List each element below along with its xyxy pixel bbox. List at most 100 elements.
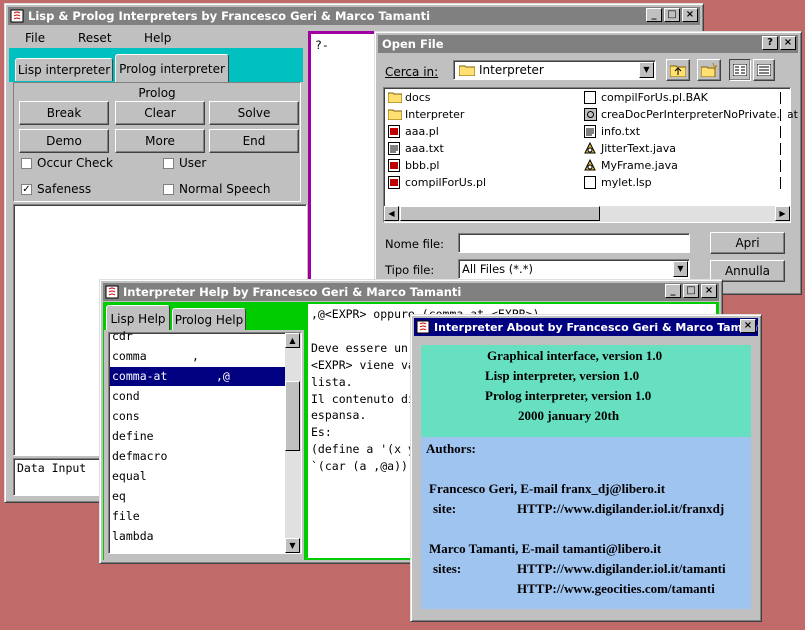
file-list-item[interactable]: compilForUs.pl.BAK [584, 91, 708, 104]
file-list-item[interactable]: compilForUs.pl [388, 176, 486, 189]
close-icon[interactable]: × [682, 8, 698, 22]
checkbox-box[interactable] [163, 184, 174, 195]
main-title: Lisp & Prolog Interpreters by Francesco … [28, 9, 431, 23]
file-list-item[interactable]: Interpreter [387, 108, 464, 121]
file-list-item-partial [780, 92, 788, 104]
help-list-item[interactable]: define [110, 427, 285, 446]
help-list-item[interactable]: equal [110, 467, 285, 486]
minimize-icon[interactable]: _ [665, 284, 681, 298]
file-list-item[interactable]: docs [387, 91, 431, 104]
user-checkbox[interactable]: User [163, 156, 206, 170]
filename-input[interactable] [458, 233, 690, 253]
file-icon [584, 91, 597, 104]
help-titlebar[interactable]: Interpreter Help by Francesco Geri & Mar… [103, 283, 719, 301]
scroll-up-icon[interactable]: ▲ [285, 333, 300, 348]
filetype-value: All Files (*.*) [462, 262, 533, 276]
help-list-item[interactable]: cdr [110, 327, 285, 346]
help-item-name: file [112, 509, 140, 523]
help-topic-list[interactable]: cdr comma, comma-at ,@ cond cons define defmacr… [108, 329, 302, 554]
new-folder-button[interactable] [697, 59, 721, 81]
file-list-item[interactable]: aaa.txt [388, 142, 444, 155]
about-authors-panel: Authors: Francesco Geri, E-mail franx_dj… [421, 437, 751, 609]
tab-lisp-interpreter[interactable]: Lisp interpreter [15, 58, 113, 81]
data-input-label: Data Input [17, 461, 87, 475]
file-list-item[interactable]: bbb.pl [388, 159, 439, 172]
menu-help[interactable]: Help [144, 31, 171, 45]
solve-button[interactable]: Solve [209, 101, 299, 125]
scroll-left-icon[interactable]: ◀ [384, 206, 399, 221]
author1: Francesco Geri, E-mail franx_dj@libero.i… [429, 481, 666, 496]
maximize-icon[interactable]: □ [664, 8, 680, 22]
text-file-icon [388, 142, 401, 155]
help-item-name: equal [112, 469, 147, 483]
about-titlebar[interactable]: Interpreter About by Francesco Geri & Ma… [414, 318, 758, 336]
chevron-down-icon[interactable]: ▼ [673, 261, 688, 277]
version-gui: Graphical interface, version 1.0 [487, 348, 663, 363]
help-list-item[interactable]: comma-at ,@ [110, 367, 285, 386]
end-button[interactable]: End [209, 129, 299, 153]
open-file-titlebar[interactable]: Open File ? × [378, 35, 798, 53]
help-list-item[interactable]: cond [110, 387, 285, 406]
close-icon[interactable]: × [740, 319, 756, 333]
file-list[interactable]: docs Interpreter aaa.pl aaa.txt bbb.pl compil… [383, 87, 798, 223]
list-view-button[interactable] [729, 59, 751, 81]
checkmark-icon[interactable]: ✓ [21, 184, 32, 195]
scroll-down-icon[interactable]: ▼ [285, 538, 300, 553]
scroll-thumb[interactable] [400, 206, 600, 221]
file-list-item[interactable]: info.txt [584, 125, 640, 138]
folder-icon [459, 65, 475, 76]
author2-site1[interactable]: HTTP://www.digilander.iol.it/tamanti [517, 561, 726, 577]
horizontal-scrollbar[interactable]: ◀ ▶ [384, 206, 790, 222]
file-name: compilForUs.pl [405, 176, 487, 189]
file-list-item[interactable]: aaa.pl [388, 125, 439, 138]
file-list-item[interactable]: creaDocPerInterpreterNoPrivate.bat [584, 108, 798, 121]
safeness-checkbox[interactable]: ✓ Safeness [21, 182, 91, 196]
file-list-item[interactable]: JitterText.java [584, 141, 676, 155]
more-button[interactable]: More [115, 129, 205, 153]
scroll-right-icon[interactable]: ▶ [775, 206, 790, 221]
author1-site[interactable]: HTTP://www.digilander.iol.it/franxdj [517, 501, 724, 517]
main-titlebar[interactable]: Lisp & Prolog Interpreters by Francesco … [8, 7, 700, 25]
look-in-value: Interpreter [479, 63, 544, 77]
help-list-item[interactable]: defmacro [110, 447, 285, 466]
folder-icon [387, 108, 403, 121]
up-folder-button[interactable] [666, 59, 690, 81]
close-icon[interactable]: × [701, 284, 717, 298]
file-list-item[interactable]: mylet.lsp [584, 176, 652, 189]
minimize-icon[interactable]: _ [646, 8, 662, 22]
release-date: 2000 january 20th [518, 408, 620, 423]
folder-icon [387, 91, 403, 104]
checkbox-box[interactable] [163, 158, 174, 169]
file-list-item[interactable]: MyFrame.java [584, 158, 678, 172]
close-icon[interactable]: × [780, 36, 796, 50]
authors-label: Authors: [426, 441, 476, 456]
normal-speech-checkbox[interactable]: Normal Speech [163, 182, 270, 196]
menu-reset[interactable]: Reset [78, 31, 112, 45]
help-list-item[interactable]: lambda [110, 527, 285, 546]
scroll-thumb[interactable] [285, 381, 300, 451]
help-icon[interactable]: ? [762, 36, 778, 50]
occur-check-checkbox[interactable]: Occur Check [21, 156, 113, 170]
details-view-button[interactable] [753, 59, 775, 81]
demo-button[interactable]: Demo [19, 129, 109, 153]
file-name: mylet.lsp [601, 176, 652, 189]
open-button[interactable]: Apri [710, 232, 785, 254]
maximize-icon[interactable]: □ [683, 284, 699, 298]
help-list-item[interactable]: file [110, 507, 285, 526]
help-list-item[interactable]: cons [110, 407, 285, 426]
tab-prolog-interpreter[interactable]: Prolog interpreter [115, 54, 229, 82]
clear-button[interactable]: Clear [115, 101, 205, 125]
chevron-down-icon[interactable]: ▼ [639, 62, 654, 78]
checkbox-box[interactable] [21, 158, 32, 169]
list-view-icon [733, 64, 747, 76]
look-in-select[interactable]: Interpreter ▼ [453, 60, 656, 80]
open-file-dialog: Open File ? × Cerca in: Interpreter ▼ do… [374, 31, 802, 295]
help-list-item[interactable]: eq [110, 487, 285, 506]
break-button[interactable]: Break [19, 101, 109, 125]
menu-file[interactable]: File [25, 31, 45, 45]
filetype-select[interactable]: All Files (*.*) ▼ [458, 259, 690, 279]
new-folder-icon [701, 63, 717, 77]
vertical-scrollbar[interactable]: ▲ ▼ [285, 333, 301, 553]
author2-site2[interactable]: HTTP://www.geocities.com/tamanti [517, 581, 715, 597]
help-list-item[interactable]: comma, [110, 347, 285, 366]
